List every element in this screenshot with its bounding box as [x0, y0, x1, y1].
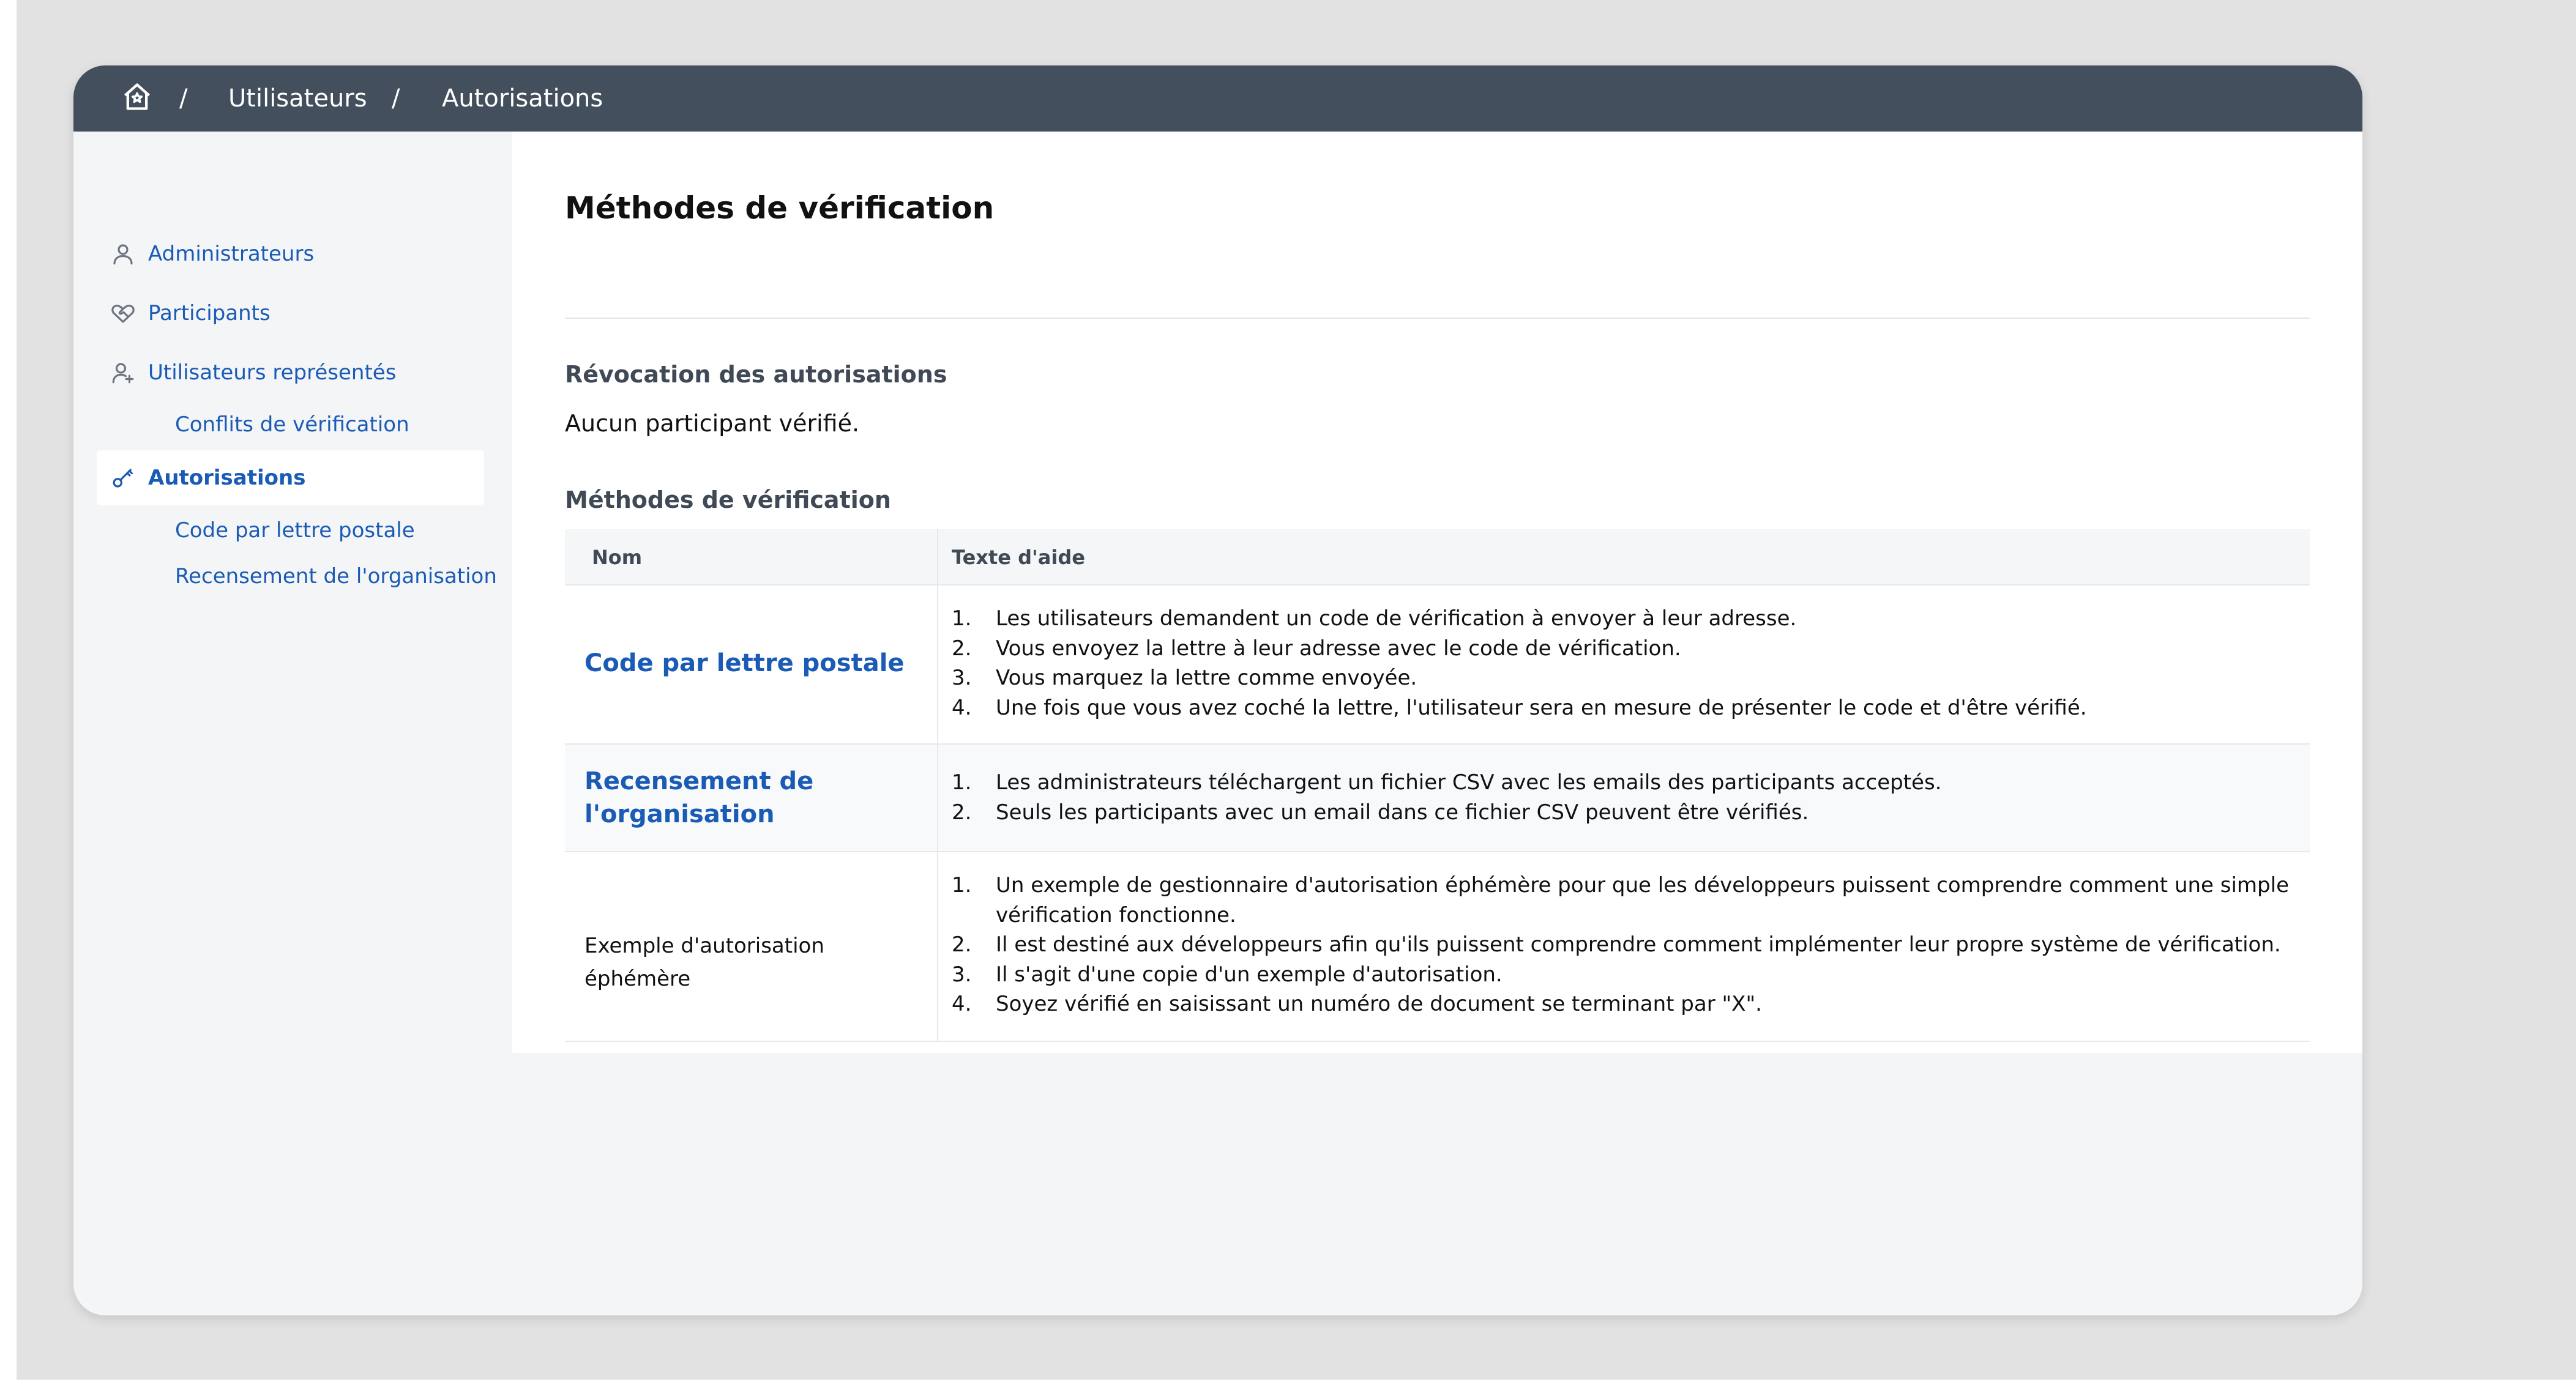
- key-icon: [113, 469, 133, 488]
- help-list: 1. Les utilisateurs demandent un code de …: [952, 604, 2298, 723]
- table-header: Nom Texte d'aide: [565, 529, 2310, 586]
- list-item: 3. Il s'agit d'une copie d'un exemple d'a…: [952, 962, 1503, 987]
- heart-handshake-icon: [111, 305, 135, 323]
- user-plus-icon: [112, 363, 134, 384]
- user-icon: [113, 244, 133, 265]
- breadcrumb-users[interactable]: Utilisateurs: [228, 80, 367, 117]
- table-row: Code par lettre postale 1. Les utilisateu…: [565, 586, 2310, 745]
- sidebar-subitem-verification-conflicts[interactable]: Conflits de vérification: [175, 409, 409, 440]
- list-item: 3. Vous marquez la lettre comme envoyée.: [952, 666, 1417, 690]
- page-title: Méthodes de vérification: [565, 190, 995, 226]
- column-divider: [937, 852, 938, 1041]
- method-link-organization-census[interactable]: Recensement de l'organisation: [584, 765, 927, 831]
- sidebar-item-label: Administrateurs: [148, 242, 315, 266]
- list-item: 1. Les administrateurs téléchargent un fi…: [952, 770, 1942, 795]
- list-item: 1. Un exemple de gestionnaire d'autorisat…: [952, 873, 2289, 928]
- help-list: 1. Les administrateurs téléchargent un fi…: [952, 768, 2298, 827]
- sidebar-item-administrators[interactable]: Administrateurs: [97, 226, 484, 281]
- sidebar-item-authorizations[interactable]: Autorisations: [97, 450, 484, 505]
- sidebar-item-label: Autorisations: [148, 466, 306, 490]
- revocation-heading: Révocation des autorisations: [565, 361, 947, 388]
- sidebar-item-represented-users[interactable]: Utilisateurs représentés: [97, 345, 484, 400]
- methods-heading: Méthodes de vérification: [565, 486, 891, 513]
- sidebar: Administrateurs Participants Utilisateur…: [73, 132, 512, 1315]
- sidebar-subitem-postal-letter[interactable]: Code par lettre postale: [175, 515, 415, 546]
- column-divider: [937, 529, 938, 584]
- column-header-help: Texte d'aide: [952, 546, 1085, 569]
- list-item: 2. Seuls les participants avec un email d…: [952, 800, 1809, 825]
- list-item: 2. Vous envoyez la lettre à leur adresse …: [952, 636, 1681, 661]
- column-header-name: Nom: [592, 546, 643, 569]
- column-divider: [937, 745, 938, 851]
- revocation-text: Aucun participant vérifié.: [565, 410, 860, 437]
- breadcrumb-separator: /: [179, 84, 188, 113]
- method-link-postal-letter[interactable]: Code par lettre postale: [584, 647, 927, 680]
- table-row: Exemple d'autorisation éphémère 1. Un exe…: [565, 852, 2310, 1042]
- main-content: Méthodes de vérification Révocation des …: [512, 132, 2362, 1053]
- column-divider: [937, 586, 938, 743]
- sidebar-item-participants[interactable]: Participants: [97, 286, 484, 341]
- home-icon[interactable]: [121, 81, 153, 113]
- table-row: Recensement de l'organisation 1. Les admi…: [565, 745, 2310, 852]
- divider: [565, 318, 2310, 319]
- breadcrumb-separator: /: [392, 84, 400, 113]
- breadcrumb-authorizations[interactable]: Autorisations: [442, 80, 603, 117]
- method-name-ephemeral-example: Exemple d'autorisation éphémère: [584, 934, 824, 991]
- help-list: 1. Un exemple de gestionnaire d'autorisat…: [952, 871, 2298, 1019]
- list-item: 4. Une fois que vous avez coché la lettre…: [952, 695, 2087, 720]
- sidebar-item-label: Participants: [148, 301, 271, 325]
- list-item: 2. Il est destiné aux développeurs afin q…: [952, 932, 2281, 957]
- app-window: / Utilisateurs / Autorisations Administr…: [73, 65, 2362, 1315]
- sidebar-subitem-organization-census[interactable]: Recensement de l'organisation: [175, 561, 497, 592]
- breadcrumb: / Utilisateurs / Autorisations: [73, 65, 2362, 132]
- list-item: 1. Les utilisateurs demandent un code de …: [952, 606, 1797, 631]
- sidebar-item-label: Utilisateurs représentés: [148, 360, 397, 385]
- list-item: 4. Soyez vérifié en saisissant un numéro …: [952, 992, 1762, 1016]
